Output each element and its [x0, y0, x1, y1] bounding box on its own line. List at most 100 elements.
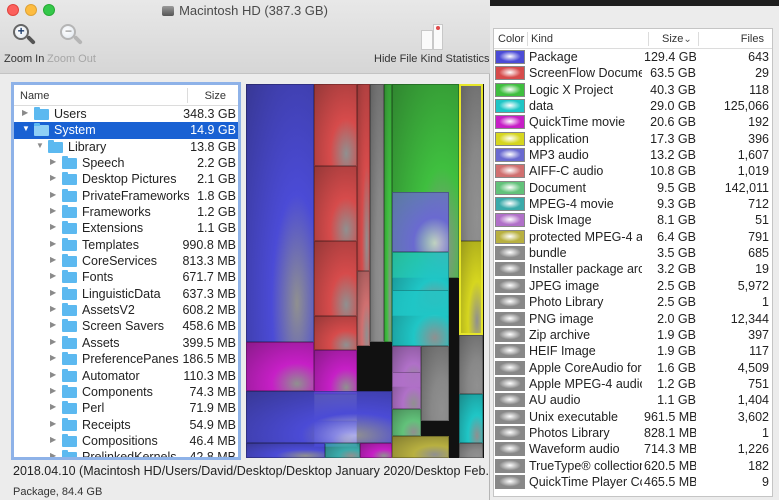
color-column-header[interactable]: Color [498, 33, 524, 45]
disclosure-collapsed-icon[interactable]: ▶ [50, 402, 56, 411]
folder-outline-view[interactable]: Name Size ▶ Users 348.3 GB ▼ System 14.9 GB ▼ L… [11, 82, 241, 460]
file-kind-row[interactable]: TrueType® collection font620.5 MB 182 [494, 458, 772, 474]
outline-row[interactable]: ▶ Components 74.3 MB [14, 384, 238, 400]
file-kind-row[interactable]: Unix executable 961.5 MB 3,602 [494, 409, 772, 425]
outline-row[interactable]: ▶ Perl 71.9 MB [14, 400, 238, 416]
outline-row[interactable]: ▶ Templates 990.8 MB [14, 237, 238, 253]
size-column-header[interactable]: Size [205, 90, 226, 102]
disclosure-collapsed-icon[interactable]: ▶ [50, 320, 56, 329]
disclosure-collapsed-icon[interactable]: ▶ [22, 108, 28, 117]
disclosure-collapsed-icon[interactable]: ▶ [50, 419, 56, 428]
outline-row[interactable]: ▶ PrelinkedKernels 42.8 MB [14, 449, 238, 457]
file-kind-row[interactable]: QuickTime movie 20.6 GB 192 [494, 114, 772, 130]
file-kind-row[interactable]: ScreenFlow Document 63.5 GB 29 [494, 65, 772, 81]
disclosure-expanded-icon[interactable]: ▼ [36, 141, 44, 150]
outline-row[interactable]: ▶ Extensions 1.1 GB [14, 220, 238, 236]
disclosure-collapsed-icon[interactable]: ▶ [50, 173, 56, 182]
disclosure-collapsed-icon[interactable]: ▶ [50, 255, 56, 264]
disclosure-collapsed-icon[interactable]: ▶ [50, 288, 56, 297]
outline-row[interactable]: ▶ LinguisticData 637.3 MB [14, 286, 238, 302]
file-kind-row[interactable]: Zip archive 1.9 GB 397 [494, 327, 772, 343]
file-kind-row[interactable]: protected MPEG-4 audio 6.4 GB 791 [494, 229, 772, 245]
file-kind-row[interactable]: MPEG-4 movie 9.3 GB 712 [494, 196, 772, 212]
file-kind-row[interactable]: QuickTime Player Component465.5 MB 9 [494, 474, 772, 490]
treemap-cell-quicktime[interactable] [360, 443, 393, 458]
outline-row[interactable]: ▶ Fonts 671.7 MB [14, 269, 238, 285]
disclosure-collapsed-icon[interactable]: ▶ [50, 370, 56, 379]
disclosure-collapsed-icon[interactable]: ▶ [50, 271, 56, 280]
disclosure-collapsed-icon[interactable]: ▶ [50, 222, 56, 231]
file-kind-row[interactable]: application 17.3 GB 396 [494, 131, 772, 147]
outline-row[interactable]: ▶ PrivateFrameworks 1.8 GB [14, 188, 238, 204]
hide-file-kind-statistics-button[interactable]: Hide File Kind Statistics [374, 22, 490, 65]
outline-row[interactable]: ▶ Desktop Pictures 2.1 GB [14, 171, 238, 187]
file-kind-table[interactable]: Color Kind Size⌄ Files Package 129.4 GB 64… [493, 28, 773, 497]
disclosure-collapsed-icon[interactable]: ▶ [50, 435, 56, 444]
outline-row[interactable]: ▶ Speech 2.2 GB [14, 155, 238, 171]
outline-row[interactable]: ▶ AssetsV2 608.2 MB [14, 302, 238, 318]
treemap-cell-protected[interactable] [392, 435, 450, 458]
treemap-cell-data[interactable] [459, 394, 483, 444]
kind-column-header[interactable]: Kind [531, 33, 553, 45]
outline-row[interactable]: ▶ Automator 110.3 MB [14, 368, 238, 384]
treemap-cell-screenflow[interactable] [313, 84, 357, 167]
outline-row[interactable]: ▼ Library 13.8 GB [14, 139, 238, 155]
treemap-cell-package[interactable] [246, 443, 325, 458]
treemap-cell-package[interactable] [246, 84, 314, 343]
treemap-cell-mpeg4[interactable] [324, 443, 361, 458]
treemap-cell-screenflow[interactable] [313, 241, 357, 316]
treemap-view[interactable] [246, 84, 484, 458]
file-kind-row[interactable]: PNG image 2.0 GB 12,344 [494, 311, 772, 327]
name-column-header[interactable]: Name [20, 90, 49, 102]
outline-row[interactable]: ▶ Compositions 46.4 MB [14, 433, 238, 449]
treemap-cell-screenflow[interactable] [313, 315, 357, 350]
file-kind-row[interactable]: Package 129.4 GB 643 [494, 49, 772, 65]
file-kind-row[interactable]: Installer package archive 3.2 GB 19 [494, 261, 772, 277]
disclosure-collapsed-icon[interactable]: ▶ [50, 337, 56, 346]
disclosure-collapsed-icon[interactable]: ▶ [50, 157, 56, 166]
disclosure-collapsed-icon[interactable]: ▶ [50, 304, 56, 313]
file-kind-row[interactable]: AU audio 1.1 GB 1,404 [494, 392, 772, 408]
treemap-cell-quicktime[interactable] [246, 342, 314, 391]
file-kind-row[interactable]: bundle 3.5 GB 685 [494, 245, 772, 261]
file-kind-row[interactable]: JPEG image 2.5 GB 5,972 [494, 278, 772, 294]
file-kind-row[interactable]: AIFF-C audio 10.8 GB 1,019 [494, 163, 772, 179]
disclosure-collapsed-icon[interactable]: ▶ [50, 239, 56, 248]
disclosure-collapsed-icon[interactable]: ▶ [50, 190, 56, 199]
file-kind-row[interactable]: Photos Library 828.1 MB 1 [494, 425, 772, 441]
treemap-cell-screenflow[interactable] [313, 166, 357, 242]
file-kind-row[interactable]: Waveform audio 714.3 MB 1,226 [494, 441, 772, 457]
file-kind-row[interactable]: Apple MPEG-4 audio 1.2 GB 751 [494, 376, 772, 392]
treemap-cell-package[interactable] [246, 390, 393, 444]
file-kind-row[interactable]: HEIF Image 1.9 GB 117 [494, 343, 772, 359]
disclosure-collapsed-icon[interactable]: ▶ [50, 206, 56, 215]
disclosure-collapsed-icon[interactable]: ▶ [50, 451, 56, 457]
file-kind-row[interactable]: Logic X Project 40.3 GB 118 [494, 82, 772, 98]
size-column-header[interactable]: Size⌄ [662, 33, 692, 45]
column-divider[interactable] [527, 32, 528, 46]
treemap-cell-other[interactable] [420, 345, 450, 421]
file-kind-row[interactable]: Apple CoreAudio format 1.6 GB 4,509 [494, 360, 772, 376]
column-divider[interactable] [187, 88, 188, 103]
treemap-cell-logic[interactable] [384, 84, 393, 343]
file-kind-row[interactable]: Photo Library 2.5 GB 1 [494, 294, 772, 310]
treemap-cell-other[interactable] [459, 334, 483, 395]
treemap-cell-screenflow[interactable] [356, 84, 370, 271]
disclosure-expanded-icon[interactable]: ▼ [22, 124, 30, 133]
disclosure-collapsed-icon[interactable]: ▶ [50, 386, 56, 395]
file-kind-row[interactable]: Disk Image 8.1 GB 51 [494, 212, 772, 228]
file-kind-row[interactable]: MP3 audio 13.2 GB 1,607 [494, 147, 772, 163]
outline-row[interactable]: ▼ System 14.9 GB [14, 122, 238, 139]
treemap-cell-data[interactable] [392, 289, 450, 346]
outline-row[interactable]: ▶ Screen Savers 458.6 MB [14, 318, 238, 334]
treemap-cell-diskimage[interactable] [392, 371, 421, 410]
column-divider[interactable] [648, 32, 649, 46]
outline-row[interactable]: ▶ PreferencePanes 186.5 MB [14, 351, 238, 367]
column-divider[interactable] [698, 32, 699, 46]
treemap-cell-aiff[interactable] [356, 271, 370, 346]
outline-row[interactable]: ▶ Assets 399.5 MB [14, 335, 238, 351]
treemap-cell-quicktime[interactable] [313, 349, 357, 395]
treemap-cell-other[interactable] [459, 443, 483, 458]
treemap-cell-document[interactable] [392, 409, 421, 436]
outline-row[interactable]: ▶ Frameworks 1.2 GB [14, 204, 238, 220]
